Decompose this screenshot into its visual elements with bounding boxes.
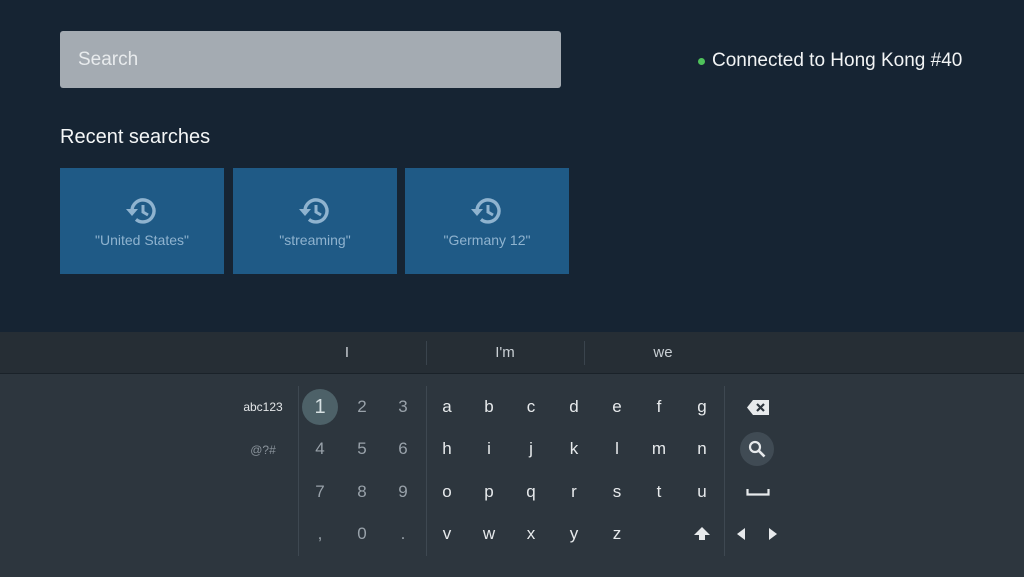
key-r[interactable]: r	[556, 474, 592, 510]
divider	[426, 386, 427, 556]
key-a[interactable]: a	[429, 389, 465, 425]
key-h[interactable]: h	[429, 431, 465, 467]
key-1[interactable]: 1	[302, 389, 338, 425]
mode-symbols-key[interactable]: @?#	[233, 443, 293, 457]
search-field[interactable]	[60, 31, 561, 88]
key-2[interactable]: 2	[344, 389, 380, 425]
key-i[interactable]: i	[471, 431, 507, 467]
recent-search-tile[interactable]: "United States"	[60, 168, 224, 274]
connection-status-text: Connected to Hong Kong #40	[712, 50, 963, 71]
status-dot-icon	[698, 57, 705, 65]
key-7[interactable]: 7	[302, 474, 338, 510]
search-input[interactable]	[76, 47, 545, 72]
key-5[interactable]: 5	[344, 431, 380, 467]
recent-search-label: "United States"	[95, 232, 189, 248]
key-e[interactable]: e	[599, 389, 635, 425]
key-d[interactable]: d	[556, 389, 592, 425]
key-o[interactable]: o	[429, 474, 465, 510]
key-w[interactable]: w	[471, 516, 507, 552]
key-n[interactable]: n	[684, 431, 720, 467]
key-m[interactable]: m	[641, 431, 677, 467]
key-z[interactable]: z	[599, 516, 635, 552]
suggestion-item[interactable]: we	[603, 332, 723, 373]
key-4[interactable]: 4	[302, 431, 338, 467]
suggestion-item[interactable]: I'm	[445, 332, 565, 373]
recent-search-tile[interactable]: "Germany 12"	[405, 168, 569, 274]
key-8[interactable]: 8	[344, 474, 380, 510]
divider	[584, 341, 585, 365]
key-s[interactable]: s	[599, 474, 635, 510]
key-period[interactable]: .	[385, 516, 421, 552]
suggestion-bar: I I'm we	[0, 332, 1024, 374]
key-3[interactable]: 3	[385, 389, 421, 425]
mode-abc123-key[interactable]: abc123	[233, 400, 293, 414]
history-icon	[126, 198, 156, 224]
divider	[298, 386, 299, 556]
key-9[interactable]: 9	[385, 474, 421, 510]
recent-search-label: "streaming"	[279, 232, 351, 248]
shift-icon[interactable]	[686, 520, 718, 548]
on-screen-keyboard: I I'm we abc123 @?# 1 2 3 4 5 6 7 8 9 , …	[0, 332, 1024, 577]
search-panel: Connected to Hong Kong #40 Recent search…	[0, 0, 1024, 332]
recent-searches-title: Recent searches	[60, 126, 211, 148]
key-t[interactable]: t	[641, 474, 677, 510]
key-6[interactable]: 6	[385, 431, 421, 467]
key-p[interactable]: p	[471, 474, 507, 510]
key-y[interactable]: y	[556, 516, 592, 552]
key-comma[interactable]: ,	[302, 516, 338, 552]
recent-search-tile[interactable]: "streaming"	[233, 168, 397, 274]
keyboard-keys: abc123 @?# 1 2 3 4 5 6 7 8 9 , 0 . a b c…	[0, 374, 1024, 577]
search-icon[interactable]	[740, 432, 774, 466]
key-q[interactable]: q	[513, 474, 549, 510]
suggestion-item[interactable]: I	[287, 332, 407, 373]
history-icon	[471, 198, 501, 224]
arrow-left-icon[interactable]	[732, 522, 750, 546]
key-g[interactable]: g	[684, 389, 720, 425]
key-k[interactable]: k	[556, 431, 592, 467]
arrow-right-icon[interactable]	[764, 522, 782, 546]
key-v[interactable]: v	[429, 516, 465, 552]
key-u[interactable]: u	[684, 474, 720, 510]
key-l[interactable]: l	[599, 431, 635, 467]
key-x[interactable]: x	[513, 516, 549, 552]
key-c[interactable]: c	[513, 389, 549, 425]
space-icon[interactable]	[740, 480, 776, 504]
backspace-icon[interactable]	[740, 394, 776, 420]
divider	[724, 386, 725, 556]
key-0[interactable]: 0	[344, 516, 380, 552]
key-f[interactable]: f	[641, 389, 677, 425]
connection-status: Connected to Hong Kong #40	[698, 50, 962, 72]
key-j[interactable]: j	[513, 431, 549, 467]
divider	[426, 341, 427, 365]
history-icon	[299, 198, 329, 224]
recent-search-label: "Germany 12"	[443, 232, 531, 248]
key-b[interactable]: b	[471, 389, 507, 425]
